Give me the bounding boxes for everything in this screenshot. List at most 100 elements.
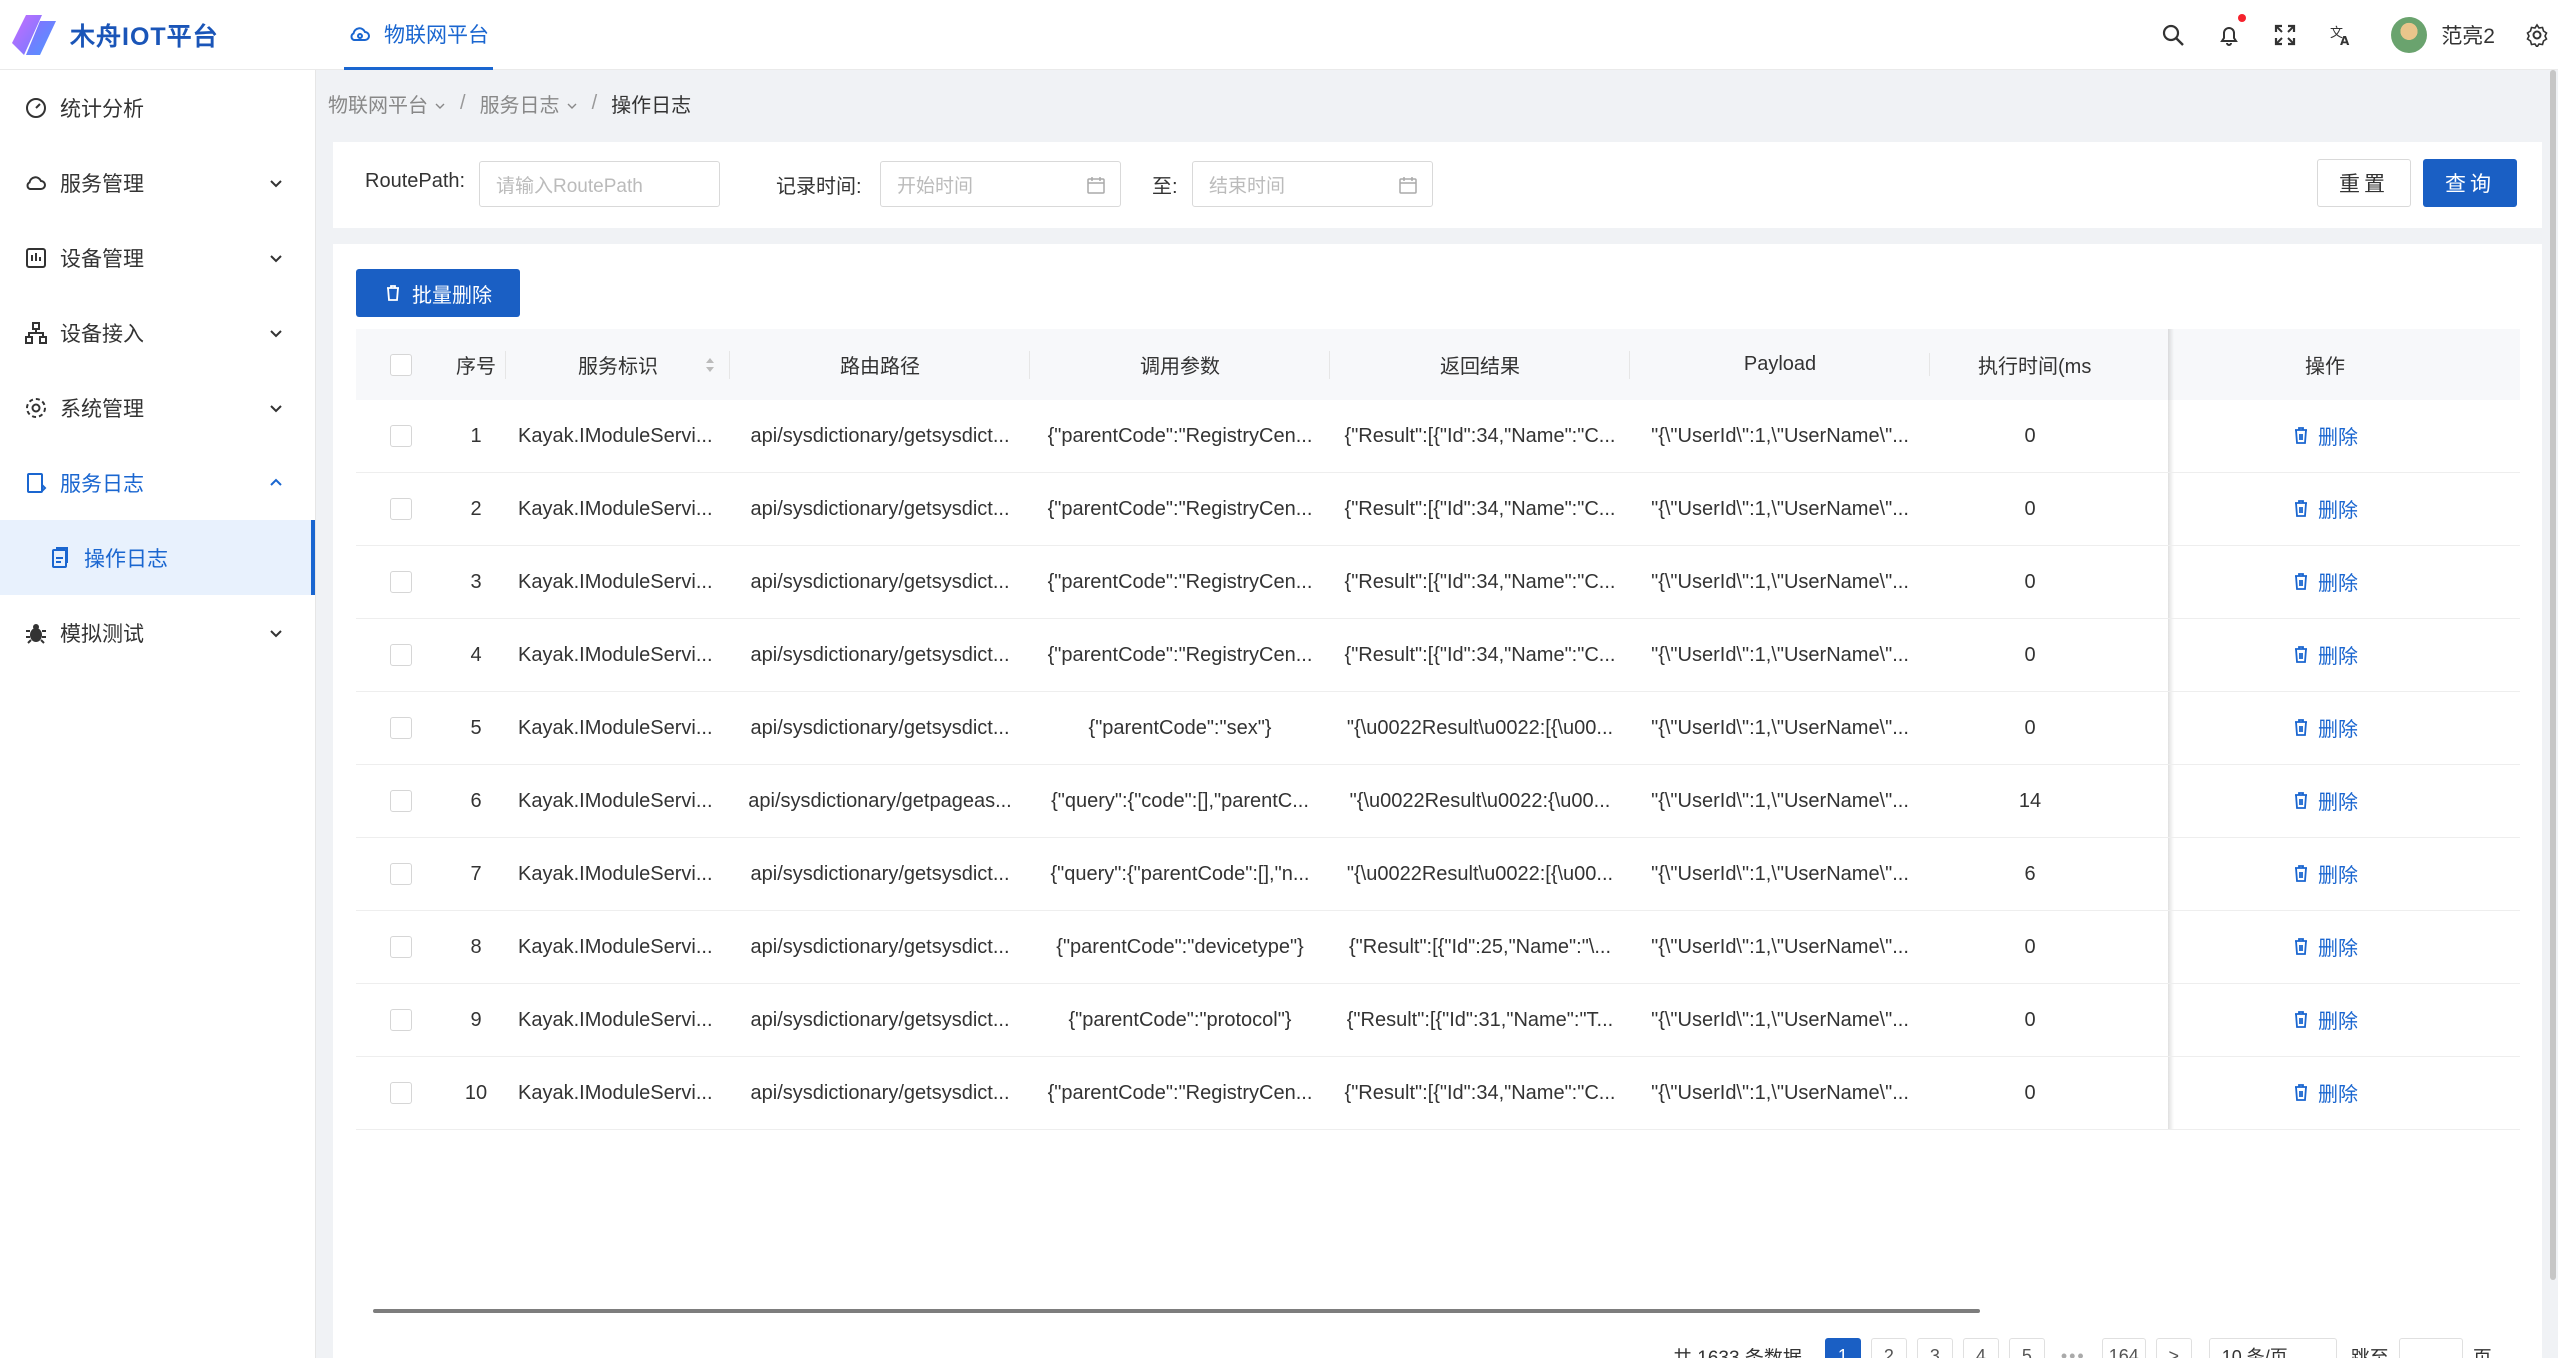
reset-button[interactable]: 重置 xyxy=(2317,159,2411,207)
delete-link[interactable]: 删除 xyxy=(2292,494,2358,523)
row-checkbox[interactable] xyxy=(390,425,412,447)
sidebar-item-statistics[interactable]: 统计分析 xyxy=(0,70,315,145)
horizontal-scrollbar[interactable] xyxy=(373,1309,1980,1313)
table-row[interactable]: 2 Kayak.IModuleServi... api/sysdictionary/… xyxy=(356,473,2520,546)
jump-input[interactable] xyxy=(2398,1338,2463,1358)
delete-link[interactable]: 删除 xyxy=(2292,421,2358,450)
table-row[interactable]: 10 Kayak.IModuleServi... api/sysdictionary… xyxy=(356,1057,2520,1130)
end-time-input[interactable]: 结束时间 xyxy=(1192,161,1433,207)
sidebar-item-device-access[interactable]: 设备接入 xyxy=(0,295,315,370)
sidebar-item-system-mgmt[interactable]: 系统管理 xyxy=(0,370,315,445)
table-row[interactable]: 9 Kayak.IModuleServi... api/sysdictionary/… xyxy=(356,984,2520,1057)
select-all-checkbox[interactable] xyxy=(390,353,412,376)
cell-actions: 删除 xyxy=(2130,640,2520,671)
batch-delete-button[interactable]: 批量删除 xyxy=(356,269,520,317)
table-row[interactable]: 1 Kayak.IModuleServi... api/sysdictionary/… xyxy=(356,400,2520,473)
cell-route: api/sysdictionary/getsysdict... xyxy=(750,1081,1010,1104)
row-checkbox[interactable] xyxy=(390,936,412,958)
row-checkbox[interactable] xyxy=(390,790,412,812)
cell-result: {"Result":[{"Id":31,"Name":"T... xyxy=(1346,1008,1614,1031)
row-checkbox[interactable] xyxy=(390,644,412,666)
gear-icon xyxy=(26,397,46,418)
page-button[interactable]: 3 xyxy=(1916,1338,1953,1358)
row-checkbox-cell xyxy=(356,717,446,739)
tab-iot-platform[interactable]: 物联网平台 xyxy=(344,0,493,70)
gear-icon[interactable] xyxy=(2522,20,2552,50)
table-row[interactable]: 8 Kayak.IModuleServi... api/sysdictionary/… xyxy=(356,911,2520,984)
username[interactable]: 范亮2 xyxy=(2441,20,2495,50)
row-checkbox[interactable] xyxy=(390,1009,412,1031)
cell-result: {"Result":[{"Id":34,"Name":"C... xyxy=(1344,497,1616,520)
chevron-down-icon xyxy=(270,254,282,262)
delete-link[interactable]: 删除 xyxy=(2292,932,2358,961)
start-time-input[interactable]: 开始时间 xyxy=(880,161,1121,207)
row-checkbox-cell xyxy=(356,863,446,885)
page-button[interactable]: 2 xyxy=(1870,1338,1907,1358)
cell-exec-time: 14 xyxy=(2018,789,2042,812)
row-checkbox[interactable] xyxy=(390,863,412,885)
trash-icon xyxy=(2295,1084,2307,1102)
row-checkbox-cell xyxy=(356,644,446,666)
sidebar-item-service-log[interactable]: 服务日志 xyxy=(0,445,315,520)
bell-icon[interactable] xyxy=(2214,14,2247,50)
page-ellipsis[interactable]: ••• xyxy=(2054,1338,2092,1358)
routepath-input[interactable]: 请输入RoutePath xyxy=(479,161,720,207)
next-page-button[interactable]: > xyxy=(2155,1338,2192,1358)
avatar[interactable] xyxy=(2391,17,2428,53)
cell-params: {"parentCode":"devicetype"} xyxy=(1056,935,1304,958)
table-row[interactable]: 5 Kayak.IModuleServi... api/sysdictionary/… xyxy=(356,692,2520,765)
table-row[interactable]: 4 Kayak.IModuleServi... api/sysdictionary/… xyxy=(356,619,2520,692)
delete-link[interactable]: 删除 xyxy=(2292,1078,2358,1107)
cell-result: "{\u0022Result\u0022:[{\u00... xyxy=(1346,862,1614,885)
delete-link[interactable]: 删除 xyxy=(2292,859,2358,888)
page-button[interactable]: 5 xyxy=(2008,1338,2045,1358)
routepath-label: RoutePath: xyxy=(365,170,466,192)
delete-link[interactable]: 删除 xyxy=(2292,1005,2358,1034)
page-size-select[interactable]: 10 条/页 xyxy=(2208,1338,2337,1358)
cell-exec-time: 0 xyxy=(2024,424,2036,447)
vertical-scrollbar[interactable] xyxy=(2550,70,2556,1280)
query-button[interactable]: 查询 xyxy=(2423,159,2517,207)
page-button[interactable]: 4 xyxy=(1962,1338,1999,1358)
table-row[interactable]: 7 Kayak.IModuleServi... api/sysdictionary/… xyxy=(356,838,2520,911)
row-checkbox[interactable] xyxy=(390,571,412,593)
delete-link[interactable]: 删除 xyxy=(2292,640,2358,669)
row-checkbox[interactable] xyxy=(390,498,412,520)
delete-link[interactable]: 删除 xyxy=(2292,713,2358,742)
jump-label: 跳至 xyxy=(2350,1347,2389,1358)
page-button[interactable]: 1 xyxy=(1824,1338,1861,1358)
chevron-up-icon xyxy=(270,478,282,486)
row-checkbox[interactable] xyxy=(390,1082,412,1104)
breadcrumb-item[interactable]: 服务日志 xyxy=(480,89,578,118)
cell-actions: 删除 xyxy=(2130,859,2520,890)
column-header-service[interactable]: 服务标识 xyxy=(506,350,730,379)
top-header: 木舟IOT平台 物联网平台 文A 范亮2 xyxy=(0,0,2558,70)
search-icon[interactable] xyxy=(2158,20,2188,50)
page-button[interactable]: 164 xyxy=(2101,1338,2146,1358)
translate-icon[interactable]: 文A xyxy=(2326,20,2356,50)
sidebar-item-device-mgmt[interactable]: 设备管理 xyxy=(0,220,315,295)
row-checkbox[interactable] xyxy=(390,717,412,739)
fullscreen-icon[interactable] xyxy=(2270,20,2300,50)
sidebar-item-operation-log[interactable]: 操作日志 xyxy=(0,520,315,595)
column-header: Payload xyxy=(1630,353,1930,376)
sidebar-item-simulation[interactable]: 模拟测试 xyxy=(0,595,315,670)
cell-params: {"parentCode":"RegistryCen... xyxy=(1047,497,1313,520)
notification-dot xyxy=(2238,14,2247,22)
delete-link[interactable]: 删除 xyxy=(2292,786,2358,815)
header-actions: 文A 范亮2 xyxy=(2145,0,2558,70)
log-table: 序号 服务标识 路由路径 调用参数 返回结果 Payload 执行时间(ms 操… xyxy=(356,329,2520,1130)
table-row[interactable]: 6 Kayak.IModuleServi... api/sysdictionary/… xyxy=(356,765,2520,838)
trash-icon xyxy=(2295,573,2307,591)
logo[interactable]: 木舟IOT平台 xyxy=(10,8,310,62)
sort-icon[interactable] xyxy=(704,353,716,377)
delete-link[interactable]: 删除 xyxy=(2292,567,2358,596)
breadcrumb-item[interactable]: 物联网平台 xyxy=(328,89,446,118)
cell-params: {"parentCode":"RegistryCen... xyxy=(1047,424,1313,447)
calendar-icon xyxy=(1399,177,1417,194)
table-row[interactable]: 3 Kayak.IModuleServi... api/sysdictionary/… xyxy=(356,546,2520,619)
sidebar-item-service-mgmt[interactable]: 服务管理 xyxy=(0,145,315,220)
pagination: 共 1633 条数据 1 2 3 4 5 ••• 164 > 10 条/页 跳至… xyxy=(1673,1336,2492,1358)
row-checkbox-cell xyxy=(356,571,446,593)
cell-result: "{\u0022Result\u0022:[{\u00... xyxy=(1346,716,1614,739)
